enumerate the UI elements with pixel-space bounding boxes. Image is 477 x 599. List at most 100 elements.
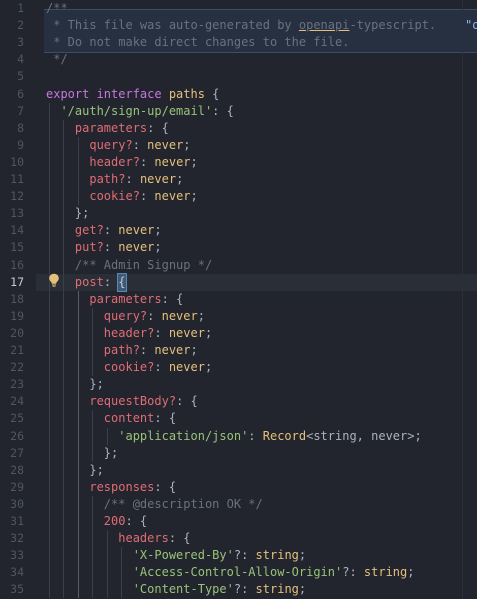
code-text: headers: { [46, 530, 190, 547]
type-name: never [154, 154, 191, 169]
code-line[interactable]: 12 cookie?: never; [0, 188, 477, 205]
type-name: never [118, 240, 155, 255]
code-line[interactable]: 9 query?: never; [0, 137, 477, 154]
code-line[interactable]: 1 /** [0, 0, 477, 17]
line-number: 8 [17, 120, 24, 135]
string-literal: '/auth/sign-up/email' [60, 103, 213, 118]
code-line[interactable]: 8 parameters: { [0, 120, 477, 137]
indent-guide [92, 495, 94, 599]
code-line[interactable]: 21 path?: never; [0, 342, 477, 359]
code-line[interactable]: 33 'X-Powered-By'?: string; [0, 547, 477, 564]
code-line[interactable]: 7 '/auth/sign-up/email': { [0, 103, 477, 120]
code-text: 200: { [46, 513, 147, 530]
code-text: }; [46, 445, 118, 462]
line-number: 2 [17, 18, 24, 33]
code-line[interactable]: 23 }; [0, 376, 477, 393]
code-line[interactable]: 20 header?: never; [0, 325, 477, 342]
semicolon: ; [204, 360, 213, 375]
punctuation: }; [74, 206, 90, 221]
code-line[interactable]: 32 headers: { [0, 530, 477, 547]
semicolon: ; [407, 565, 415, 580]
code-line[interactable]: 10 header?: never; [0, 154, 477, 171]
type-name: never [139, 172, 177, 186]
indent-guide [92, 410, 94, 462]
code-text: content: { [46, 410, 176, 427]
property-name: path? [89, 172, 126, 186]
line-number: 14 [10, 223, 24, 238]
punctuation: : { [212, 103, 234, 118]
semicolon: ; [190, 154, 198, 169]
punctuation: }; [103, 445, 119, 460]
code-line[interactable]: 15 put?: never; [0, 239, 477, 256]
code-text: path?: never; [46, 171, 183, 188]
generic-args: <string, never> [306, 428, 415, 443]
property-name: header? [103, 325, 155, 340]
property-name: responses [89, 479, 155, 494]
comment: * This file was auto-generated by [46, 18, 299, 33]
punctuation: : [125, 172, 140, 186]
code-line[interactable]: 31 200: { [0, 513, 477, 530]
semicolon: ; [190, 189, 198, 204]
code-text: 'Access-Control-Allow-Origin'?: string; [46, 564, 415, 581]
indent-guide [77, 290, 79, 599]
comment: -typescript. [349, 18, 437, 33]
code-line[interactable]: 4 */ [0, 51, 477, 68]
line-number: 3 [17, 35, 24, 50]
code-line[interactable]: 25 content: { [0, 410, 477, 427]
vertical-scrollbar[interactable] [462, 0, 477, 599]
code-line[interactable]: 24 requestBody?: { [0, 393, 477, 410]
code-editor[interactable]: 1 /** 2 * This file was auto-generated by … [0, 0, 477, 599]
code-text: parameters: { [46, 120, 169, 137]
line-number: 28 [10, 462, 24, 477]
code-line[interactable]: 17 post: { [0, 272, 477, 292]
code-text: '/auth/sign-up/email': { [46, 103, 234, 120]
string-literal: 'X-Powered-By' [132, 548, 234, 563]
semicolon: ; [298, 582, 307, 597]
code-line[interactable]: 13 }; [0, 205, 477, 222]
code-line[interactable]: 26 'application/json': Record<string, ne… [0, 428, 477, 445]
code-text: query?: never; [46, 137, 190, 154]
code-text: /** Admin Signup */ [46, 257, 212, 274]
property-name: cookie? [89, 189, 140, 204]
type-name: never [147, 137, 184, 152]
code-line[interactable]: 19 query?: never; [0, 308, 477, 325]
code-line[interactable]: 14 get?: never; [0, 222, 477, 239]
code-line[interactable]: 29 responses: { [0, 479, 477, 496]
line-number: 24 [10, 394, 24, 409]
code-line[interactable]: 35 'Content-Type'?: string; [0, 581, 477, 598]
code-line[interactable]: 6 export interface paths { [0, 86, 477, 103]
code-line[interactable]: 5 [0, 68, 477, 85]
code-line[interactable]: 3 * Do not make direct changes to the fi… [0, 34, 477, 51]
code-text: header?: never; [46, 325, 212, 342]
punctuation: { [212, 86, 220, 101]
indent-guide [106, 427, 108, 445]
code-line[interactable]: 16 /** Admin Signup */ [0, 257, 477, 274]
string-literal: 'Access-Control-Allow-Origin' [132, 565, 343, 580]
indent-guide [49, 102, 50, 599]
code-line[interactable]: 27 }; [0, 445, 477, 462]
code-line[interactable]: 28 }; [0, 462, 477, 479]
matched-bracket: { [117, 272, 127, 292]
line-number: 19 [10, 308, 24, 323]
code-line[interactable]: 34 'Access-Control-Allow-Origin'?: strin… [0, 564, 477, 581]
line-number: 5 [17, 69, 24, 84]
line-number: 25 [10, 411, 24, 426]
line-number: 32 [10, 531, 24, 546]
code-line[interactable]: 18 parameters: { [0, 291, 477, 308]
code-line[interactable]: 2 * This file was auto-generated by open… [0, 17, 477, 34]
code-line[interactable]: 22 cookie?: never; [0, 359, 477, 376]
punctuation: }; [89, 462, 104, 477]
type-name: string [363, 565, 408, 580]
type-name: never [168, 325, 205, 340]
code-line[interactable]: 30 /** @description OK */ [0, 496, 477, 513]
lightbulb-icon[interactable] [48, 273, 60, 287]
code-line[interactable]: 11 path?: never; [0, 171, 477, 188]
line-number: 23 [10, 377, 24, 392]
